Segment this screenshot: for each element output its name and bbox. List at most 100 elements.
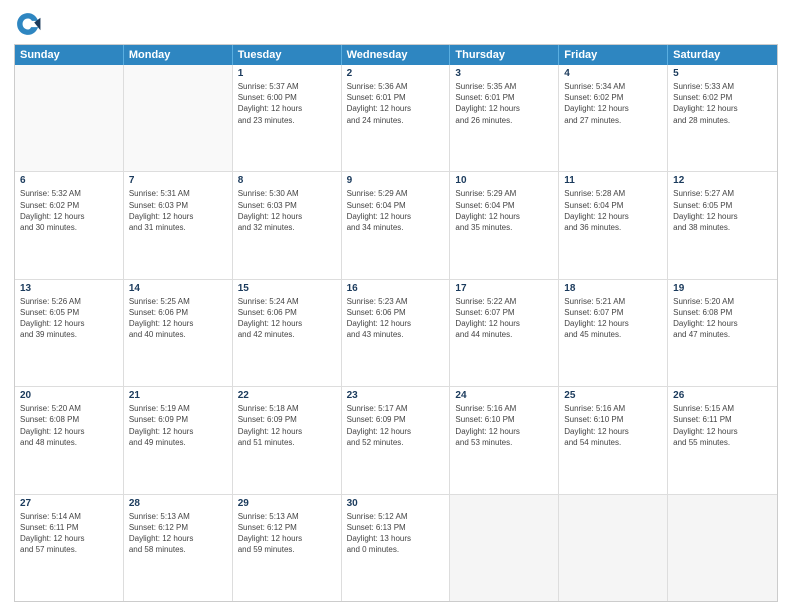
day-number: 27 xyxy=(20,498,118,509)
logo xyxy=(14,10,46,38)
day-number: 16 xyxy=(347,283,445,294)
day-cell-9: 9 Sunrise: 5:29 AMSunset: 6:04 PMDaylight… xyxy=(342,172,451,278)
day-cell-20: 20 Sunrise: 5:20 AMSunset: 6:08 PMDayligh… xyxy=(15,387,124,493)
day-cell-18: 18Sunrise: 5:21 AMSunset: 6:07 PMDayligh… xyxy=(559,280,668,386)
weekday-header-monday: Monday xyxy=(124,45,233,65)
day-cell-26: 26 Sunrise: 5:15 AMSunset: 6:11 PMDayligh… xyxy=(668,387,777,493)
day-info: Sunrise: 5:14 AMSunset: 6:11 PMDaylight:… xyxy=(20,511,118,556)
day-info: Sunrise: 5:21 AMSunset: 6:07 PMDaylight:… xyxy=(564,296,662,341)
day-info: Sunrise: 5:13 AMSunset: 6:12 PMDaylight:… xyxy=(129,511,227,556)
day-number: 23 xyxy=(347,390,445,401)
day-info: Sunrise: 5:24 AMSunset: 6:06 PMDaylight:… xyxy=(238,296,336,341)
day-number: 24 xyxy=(455,390,553,401)
day-cell-17: 17 Sunrise: 5:22 AMSunset: 6:07 PMDayligh… xyxy=(450,280,559,386)
day-cell-14: 14 Sunrise: 5:25 AMSunset: 6:06 PMDayligh… xyxy=(124,280,233,386)
day-cell-3: 3 Sunrise: 5:35 AMSunset: 6:01 PMDaylight… xyxy=(450,65,559,171)
day-cell-19: 19 Sunrise: 5:20 AMSunset: 6:08 PMDayligh… xyxy=(668,280,777,386)
week-row-2: 6Sunrise: 5:32 AMSunset: 6:02 PMDaylight… xyxy=(15,172,777,279)
day-cell-25: 25 Sunrise: 5:16 AMSunset: 6:10 PMDayligh… xyxy=(559,387,668,493)
empty-cell xyxy=(559,495,668,601)
day-number: 19 xyxy=(673,283,772,294)
day-info: Sunrise: 5:30 AMSunset: 6:03 PMDaylight:… xyxy=(238,188,336,233)
day-cell-23: 23 Sunrise: 5:17 AMSunset: 6:09 PMDayligh… xyxy=(342,387,451,493)
day-info: Sunrise: 5:23 AMSunset: 6:06 PMDaylight:… xyxy=(347,296,445,341)
day-info: Sunrise: 5:13 AMSunset: 6:12 PMDaylight:… xyxy=(238,511,336,556)
day-number: 20 xyxy=(20,390,118,401)
day-info: Sunrise: 5:12 AMSunset: 6:13 PMDaylight:… xyxy=(347,511,445,556)
weekday-header-tuesday: Tuesday xyxy=(233,45,342,65)
weekday-header-wednesday: Wednesday xyxy=(342,45,451,65)
day-number: 9 xyxy=(347,175,445,186)
day-number: 10 xyxy=(455,175,553,186)
day-cell-24: 24 Sunrise: 5:16 AMSunset: 6:10 PMDayligh… xyxy=(450,387,559,493)
empty-cell xyxy=(668,495,777,601)
day-info: Sunrise: 5:33 AMSunset: 6:02 PMDaylight:… xyxy=(673,81,772,126)
day-info: Sunrise: 5:29 AMSunset: 6:04 PMDaylight:… xyxy=(347,188,445,233)
day-info: Sunrise: 5:28 AMSunset: 6:04 PMDaylight:… xyxy=(564,188,662,233)
day-info: Sunrise: 5:15 AMSunset: 6:11 PMDaylight:… xyxy=(673,403,772,448)
day-number: 2 xyxy=(347,68,445,79)
day-cell-30: 30 Sunrise: 5:12 AMSunset: 6:13 PMDayligh… xyxy=(342,495,451,601)
day-number: 11 xyxy=(564,175,662,186)
day-number: 14 xyxy=(129,283,227,294)
day-info: Sunrise: 5:18 AMSunset: 6:09 PMDaylight:… xyxy=(238,403,336,448)
day-cell-4: 4 Sunrise: 5:34 AMSunset: 6:02 PMDaylight… xyxy=(559,65,668,171)
day-number: 5 xyxy=(673,68,772,79)
day-info: Sunrise: 5:29 AMSunset: 6:04 PMDaylight:… xyxy=(455,188,553,233)
day-info: Sunrise: 5:26 AMSunset: 6:05 PMDaylight:… xyxy=(20,296,118,341)
day-number: 13 xyxy=(20,283,118,294)
day-cell-15: 15Sunrise: 5:24 AMSunset: 6:06 PMDayligh… xyxy=(233,280,342,386)
day-cell-1: 1Sunrise: 5:37 AMSunset: 6:00 PMDaylight… xyxy=(233,65,342,171)
page: SundayMondayTuesdayWednesdayThursdayFrid… xyxy=(0,0,792,612)
day-cell-11: 11 Sunrise: 5:28 AMSunset: 6:04 PMDayligh… xyxy=(559,172,668,278)
day-number: 12 xyxy=(673,175,772,186)
day-cell-10: 10 Sunrise: 5:29 AMSunset: 6:04 PMDayligh… xyxy=(450,172,559,278)
day-info: Sunrise: 5:32 AMSunset: 6:02 PMDaylight:… xyxy=(20,188,118,233)
day-info: Sunrise: 5:31 AMSunset: 6:03 PMDaylight:… xyxy=(129,188,227,233)
day-number: 28 xyxy=(129,498,227,509)
weekday-header-thursday: Thursday xyxy=(450,45,559,65)
day-info: Sunrise: 5:20 AMSunset: 6:08 PMDaylight:… xyxy=(20,403,118,448)
day-number: 21 xyxy=(129,390,227,401)
day-number: 4 xyxy=(564,68,662,79)
day-cell-13: 13 Sunrise: 5:26 AMSunset: 6:05 PMDayligh… xyxy=(15,280,124,386)
day-cell-2: 2 Sunrise: 5:36 AMSunset: 6:01 PMDaylight… xyxy=(342,65,451,171)
day-cell-27: 27 Sunrise: 5:14 AMSunset: 6:11 PMDayligh… xyxy=(15,495,124,601)
week-row-4: 20 Sunrise: 5:20 AMSunset: 6:08 PMDayligh… xyxy=(15,387,777,494)
empty-cell xyxy=(450,495,559,601)
day-info: Sunrise: 5:20 AMSunset: 6:08 PMDaylight:… xyxy=(673,296,772,341)
day-info: Sunrise: 5:37 AMSunset: 6:00 PMDaylight:… xyxy=(238,81,336,126)
weekday-header-sunday: Sunday xyxy=(15,45,124,65)
day-cell-7: 7Sunrise: 5:31 AMSunset: 6:03 PMDaylight… xyxy=(124,172,233,278)
day-number: 25 xyxy=(564,390,662,401)
weekday-header-saturday: Saturday xyxy=(668,45,777,65)
day-info: Sunrise: 5:35 AMSunset: 6:01 PMDaylight:… xyxy=(455,81,553,126)
day-cell-5: 5 Sunrise: 5:33 AMSunset: 6:02 PMDaylight… xyxy=(668,65,777,171)
day-info: Sunrise: 5:16 AMSunset: 6:10 PMDaylight:… xyxy=(455,403,553,448)
day-number: 29 xyxy=(238,498,336,509)
day-info: Sunrise: 5:17 AMSunset: 6:09 PMDaylight:… xyxy=(347,403,445,448)
day-number: 26 xyxy=(673,390,772,401)
day-cell-21: 21Sunrise: 5:19 AMSunset: 6:09 PMDayligh… xyxy=(124,387,233,493)
day-cell-8: 8Sunrise: 5:30 AMSunset: 6:03 PMDaylight… xyxy=(233,172,342,278)
day-info: Sunrise: 5:34 AMSunset: 6:02 PMDaylight:… xyxy=(564,81,662,126)
day-info: Sunrise: 5:27 AMSunset: 6:05 PMDaylight:… xyxy=(673,188,772,233)
day-info: Sunrise: 5:25 AMSunset: 6:06 PMDaylight:… xyxy=(129,296,227,341)
logo-icon xyxy=(14,10,42,38)
day-info: Sunrise: 5:22 AMSunset: 6:07 PMDaylight:… xyxy=(455,296,553,341)
day-number: 17 xyxy=(455,283,553,294)
day-info: Sunrise: 5:16 AMSunset: 6:10 PMDaylight:… xyxy=(564,403,662,448)
calendar-body: 1Sunrise: 5:37 AMSunset: 6:00 PMDaylight… xyxy=(15,65,777,601)
day-cell-28: 28 Sunrise: 5:13 AMSunset: 6:12 PMDayligh… xyxy=(124,495,233,601)
week-row-5: 27 Sunrise: 5:14 AMSunset: 6:11 PMDayligh… xyxy=(15,495,777,601)
day-cell-12: 12 Sunrise: 5:27 AMSunset: 6:05 PMDayligh… xyxy=(668,172,777,278)
day-info: Sunrise: 5:36 AMSunset: 6:01 PMDaylight:… xyxy=(347,81,445,126)
weekday-header-friday: Friday xyxy=(559,45,668,65)
day-cell-16: 16 Sunrise: 5:23 AMSunset: 6:06 PMDayligh… xyxy=(342,280,451,386)
day-cell-6: 6Sunrise: 5:32 AMSunset: 6:02 PMDaylight… xyxy=(15,172,124,278)
day-number: 3 xyxy=(455,68,553,79)
calendar-header: SundayMondayTuesdayWednesdayThursdayFrid… xyxy=(15,45,777,65)
day-cell-29: 29 Sunrise: 5:13 AMSunset: 6:12 PMDayligh… xyxy=(233,495,342,601)
header xyxy=(14,10,778,38)
day-number: 30 xyxy=(347,498,445,509)
